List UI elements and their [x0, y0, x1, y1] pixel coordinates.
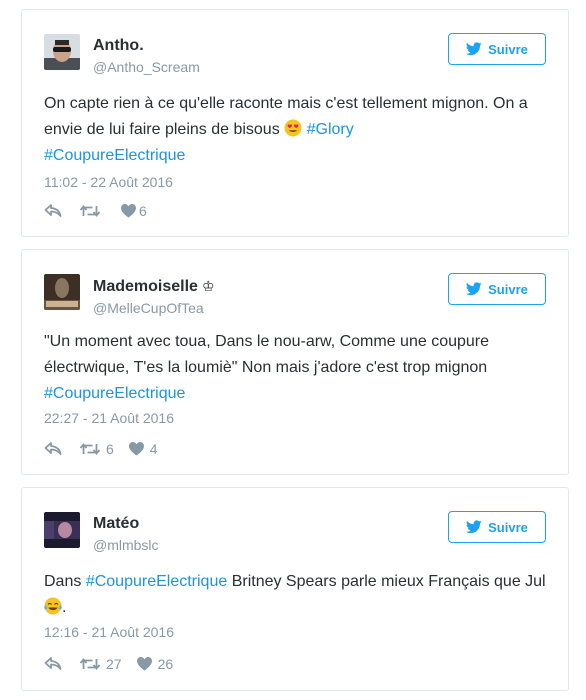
- display-name[interactable]: Matéo: [93, 514, 159, 534]
- avatar[interactable]: [44, 34, 80, 70]
- tweet-header: Mademoiselle ♔ @MelleCupOfTea Suivre: [44, 272, 546, 316]
- twitter-bird-icon: [466, 42, 482, 56]
- display-name[interactable]: Antho.: [93, 36, 200, 56]
- tweet-text: On capte rien à ce qu'elle raconte mais …: [44, 91, 550, 169]
- tweet-text-part: .: [62, 599, 67, 616]
- avatar[interactable]: [44, 512, 80, 548]
- retweet-icon: [79, 443, 101, 455]
- heart-icon: [136, 657, 152, 671]
- tweet-actions: 6: [44, 202, 147, 220]
- retweet-button[interactable]: 6: [79, 441, 114, 457]
- follow-button[interactable]: Suivre: [448, 33, 546, 65]
- tweet-text: Dans #CoupureElectrique Britney Spears p…: [44, 569, 550, 621]
- timestamp[interactable]: 12:16 - 21 Août 2016: [44, 624, 174, 640]
- tweet-text: "Un moment avec toua, Dans le nou-arw, C…: [44, 329, 550, 407]
- like-button[interactable]: 4: [128, 441, 158, 457]
- retweet-icon: [79, 658, 101, 670]
- tweet-text-part: Dans: [44, 573, 82, 590]
- reply-icon: [44, 442, 62, 455]
- heart-icon: [121, 204, 136, 218]
- retweet-count: 27: [106, 656, 122, 672]
- reply-button[interactable]: [44, 204, 62, 218]
- display-name-text: Mademoiselle: [93, 278, 198, 295]
- like-count: 26: [157, 656, 174, 672]
- reply-button[interactable]: [44, 442, 62, 456]
- tweet-card: Mademoiselle ♔ @MelleCupOfTea Suivre "Un …: [21, 249, 569, 475]
- like-button[interactable]: 26: [136, 656, 174, 672]
- retweet-button[interactable]: [79, 204, 106, 218]
- twitter-bird-icon: [466, 282, 482, 296]
- timestamp[interactable]: 22:27 - 21 Août 2016: [44, 410, 174, 426]
- retweet-button[interactable]: 27: [79, 656, 122, 672]
- tears-of-joy-emoji: [44, 597, 62, 615]
- hashtag-link[interactable]: #CoupureElectrique: [86, 573, 227, 590]
- crown-icon: ♔: [201, 278, 215, 294]
- hashtag-link[interactable]: #CoupureElectrique: [44, 385, 185, 402]
- tweet-header: Antho. @Antho_Scream Suivre: [44, 32, 546, 76]
- retweet-icon: [79, 205, 101, 217]
- follow-label: Suivre: [488, 519, 528, 535]
- tweet-actions: 6 4: [44, 440, 158, 458]
- display-name[interactable]: Mademoiselle ♔: [93, 276, 215, 297]
- tweet-actions: 27 26: [44, 655, 173, 673]
- tweet-text-part: "Un moment avec toua, Dans le nou-arw, C…: [44, 333, 490, 376]
- user-handle[interactable]: @MelleCupOfTea: [93, 298, 215, 318]
- hashtag-link[interactable]: #Glory: [307, 121, 354, 138]
- reply-icon: [44, 657, 62, 670]
- follow-label: Suivre: [488, 41, 528, 57]
- tweet-header: Matéo @mlmbslc Suivre: [44, 510, 546, 554]
- tweet-card: Matéo @mlmbslc Suivre Dans #CoupureElect…: [21, 487, 569, 691]
- like-count: 4: [149, 441, 158, 457]
- timestamp[interactable]: 11:02 - 22 Août 2016: [44, 174, 173, 190]
- tweet-card: Antho. @Antho_Scream Suivre On capte rie…: [21, 9, 569, 237]
- twitter-bird-icon: [466, 520, 482, 534]
- like-count: 6: [139, 203, 147, 219]
- heart-eyes-emoji: [284, 119, 302, 137]
- follow-button[interactable]: Suivre: [448, 273, 546, 305]
- hashtag-link[interactable]: #CoupureElectrique: [44, 147, 185, 164]
- follow-label: Suivre: [488, 281, 528, 297]
- reply-icon: [44, 204, 62, 217]
- follow-button[interactable]: Suivre: [448, 511, 546, 543]
- retweet-count: 6: [106, 441, 114, 457]
- heart-icon: [128, 442, 144, 456]
- tweet-text-part: Britney Spears parle mieux Français que …: [231, 573, 546, 590]
- user-handle[interactable]: @mlmbslc: [93, 535, 159, 555]
- avatar[interactable]: [44, 274, 80, 310]
- like-button[interactable]: 6: [121, 203, 147, 219]
- reply-button[interactable]: [44, 657, 62, 671]
- user-handle[interactable]: @Antho_Scream: [93, 57, 200, 77]
